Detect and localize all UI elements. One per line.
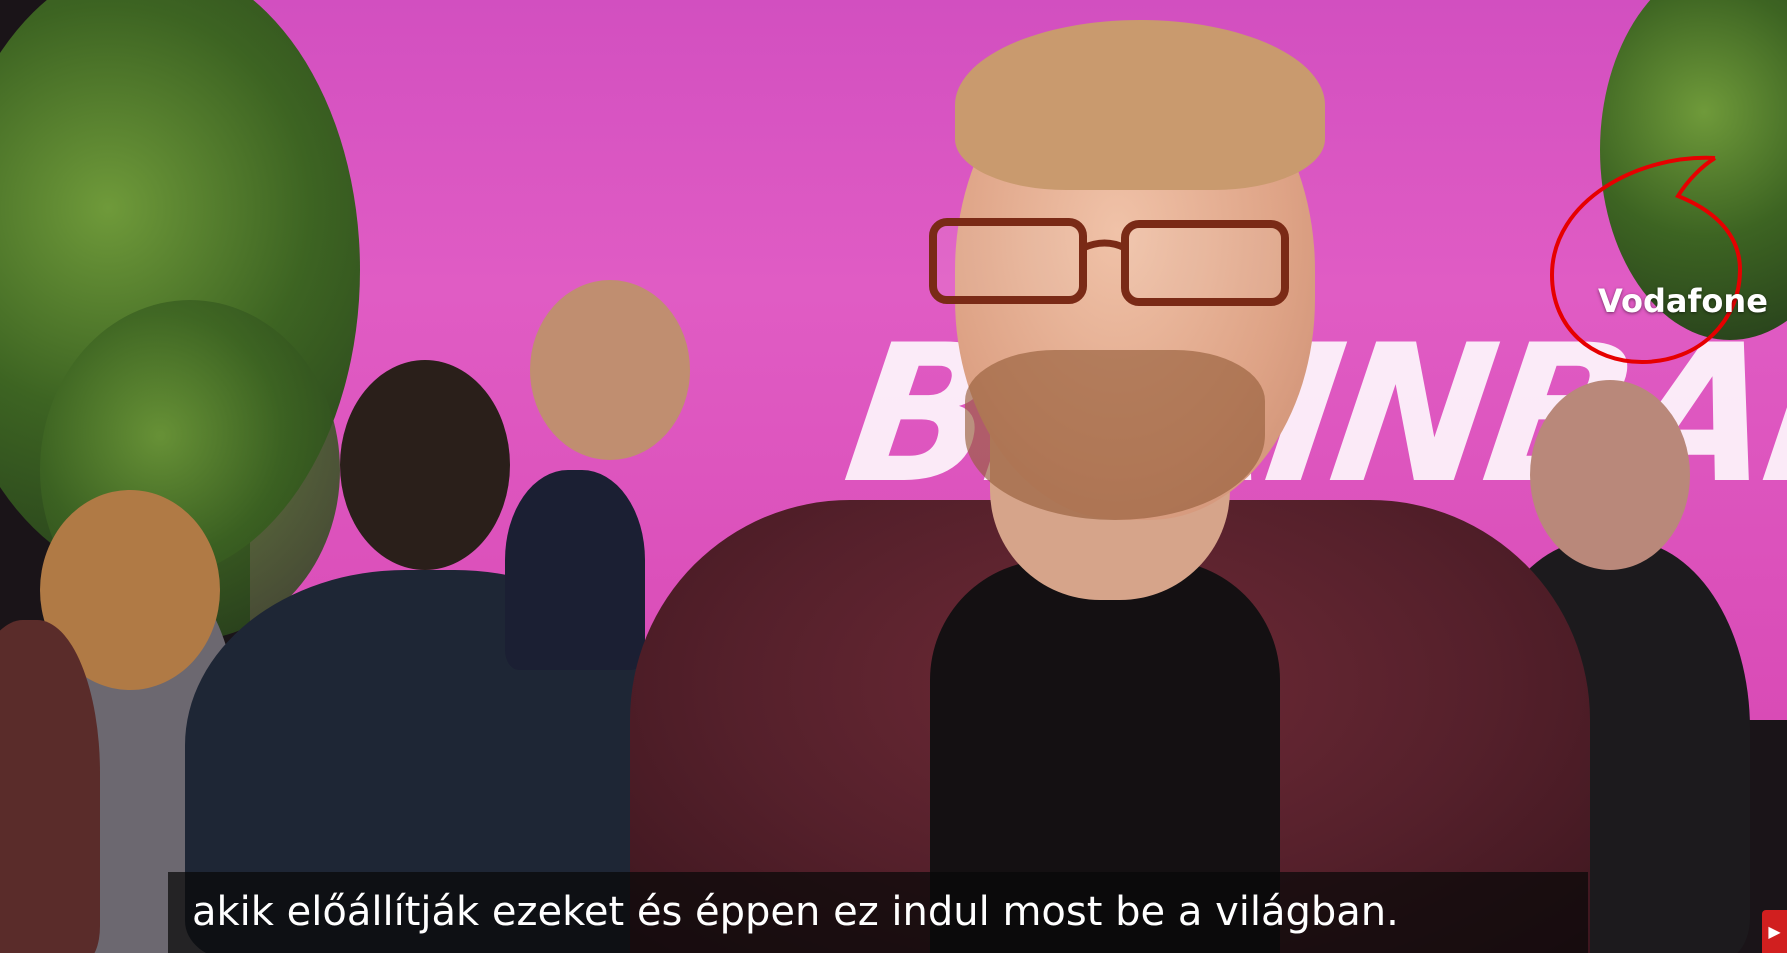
video-frame[interactable]: BRAINBAR Vodafone akik előállítják ezeke… [0,0,1787,953]
subject-glasses [929,218,1289,306]
vodafone-speechmark-icon [1549,155,1743,365]
subject-beard [965,350,1265,520]
play-icon[interactable]: ▶ [1762,910,1787,953]
subject-hair [955,20,1325,190]
background-person-woman-right-head [1530,380,1690,570]
subtitle-text: akik előállítják ezeket és éppen ez indu… [192,889,1399,935]
vodafone-logo-text: Vodafone [1598,282,1768,320]
background-person-dark-jacket-head [340,360,510,570]
background-person-navy-head [530,280,690,460]
background-person-navy [505,470,645,670]
